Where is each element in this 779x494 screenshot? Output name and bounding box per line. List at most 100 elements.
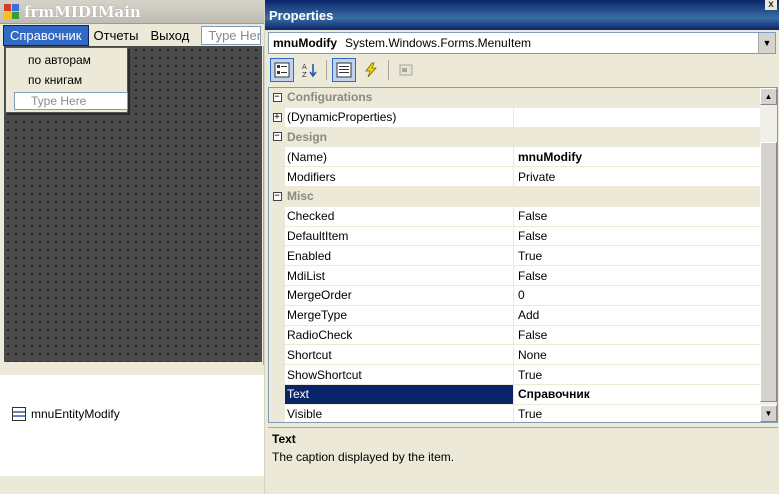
menu-typehere-field[interactable]: Type Here	[201, 25, 262, 45]
property-value[interactable]: True	[514, 405, 760, 422]
property-value[interactable]	[514, 108, 760, 127]
property-name: Text	[285, 384, 514, 404]
property-value[interactable]: False	[514, 266, 760, 285]
row-margin	[269, 325, 285, 345]
description-title: Text	[272, 432, 296, 446]
property-value[interactable]: mnuModify	[514, 147, 760, 166]
property-pages-icon[interactable]	[394, 58, 418, 82]
alphabetical-sort-icon[interactable]: AZ	[297, 58, 321, 82]
property-name: Modifiers	[285, 167, 514, 186]
property-row[interactable]: + (DynamicProperties)	[269, 107, 760, 128]
collapse-icon[interactable]: −	[272, 132, 282, 142]
row-margin	[269, 384, 285, 404]
properties-window: Properties x mnuModify System.Windows.Fo…	[264, 0, 779, 494]
property-row[interactable]: Shortcut None	[269, 345, 760, 366]
scroll-down-icon[interactable]: ▼	[760, 405, 777, 422]
property-name: MergeOrder	[285, 285, 514, 305]
property-value[interactable]: False	[514, 207, 760, 226]
row-margin: −	[269, 186, 285, 206]
property-value[interactable]: False	[514, 227, 760, 246]
properties-toolbar: AZ	[268, 56, 776, 84]
property-row[interactable]: Checked False	[269, 206, 760, 227]
property-name: Checked	[285, 206, 514, 226]
property-value[interactable]: 0	[514, 286, 760, 305]
object-name: mnuModify	[273, 36, 337, 50]
property-value[interactable]: None	[514, 345, 760, 364]
property-value[interactable]: True	[514, 365, 760, 384]
object-selector[interactable]: mnuModify System.Windows.Forms.MenuItem …	[268, 32, 776, 54]
row-margin	[269, 404, 285, 422]
property-category[interactable]: − Configurations	[269, 88, 760, 108]
row-margin	[269, 206, 285, 226]
form-designer: frmMIDIMain Справочник Отчеты Выход Type…	[0, 0, 264, 365]
property-category[interactable]: − Design	[269, 127, 760, 148]
form-menubar: Справочник Отчеты Выход Type Here	[0, 24, 264, 46]
property-value[interactable]: Private	[514, 167, 760, 186]
tray-item-mnuentitymodify[interactable]: mnuEntityModify	[12, 407, 120, 421]
dropdown-item-po-avtoram[interactable]: по авторам	[10, 50, 123, 70]
scroll-up-icon[interactable]: ▲	[760, 88, 777, 105]
dropdown-item-po-knigam[interactable]: по книгам	[10, 70, 123, 90]
property-row[interactable]: MergeOrder 0	[269, 285, 760, 306]
property-row[interactable]: ShowShortcut True	[269, 365, 760, 385]
menu-item-vyhod[interactable]: Выход	[144, 26, 195, 45]
collapse-icon[interactable]: −	[272, 92, 282, 102]
property-value[interactable]: Add	[514, 306, 760, 325]
dropdown-typehere-field[interactable]: Type Here	[14, 92, 128, 110]
property-name: Shortcut	[285, 345, 514, 365]
property-grid-scrollbar[interactable]: ▲ ▼	[760, 88, 777, 422]
property-row[interactable]: MergeType Add	[269, 305, 760, 326]
toolbar-separator	[388, 60, 389, 80]
property-row[interactable]: Visible True	[269, 404, 760, 422]
property-row[interactable]: DefaultItem False	[269, 226, 760, 247]
property-value[interactable]: Справочник	[514, 385, 760, 404]
description-text: The caption displayed by the item.	[272, 450, 455, 464]
property-name: Visible	[285, 404, 514, 422]
app-icon	[4, 3, 20, 20]
property-name: (Name)	[285, 147, 514, 167]
property-row[interactable]: Modifiers Private	[269, 167, 760, 187]
property-value[interactable]: True	[514, 246, 760, 265]
menu-item-spravochnik[interactable]: Справочник	[3, 24, 89, 46]
property-grid-rows: − Configurations + (DynamicProperties) − Desi…	[269, 88, 760, 422]
property-name: (DynamicProperties)	[285, 107, 514, 127]
property-category[interactable]: − Misc	[269, 186, 760, 207]
toolbar-separator	[326, 60, 327, 80]
property-name: MergeType	[285, 305, 514, 325]
row-margin	[269, 167, 285, 186]
menu-item-otchety[interactable]: Отчеты	[88, 26, 145, 45]
property-row[interactable]: MdiList False	[269, 266, 760, 286]
menu-component-icon	[12, 407, 26, 421]
properties-titlebar: Properties x	[265, 0, 779, 30]
svg-text:Z: Z	[302, 71, 307, 78]
property-name: ShowShortcut	[285, 365, 514, 384]
property-value[interactable]: False	[514, 326, 760, 345]
events-lightning-icon[interactable]	[359, 58, 383, 82]
row-margin	[269, 266, 285, 285]
row-margin	[269, 226, 285, 246]
menu-dropdown: по авторам по книгам Type Here	[5, 47, 128, 113]
component-tray: mnuEntityModify	[0, 372, 264, 476]
property-name: Enabled	[285, 246, 514, 266]
property-row[interactable]: Text Справочник	[269, 384, 760, 405]
close-icon[interactable]: x	[765, 0, 777, 10]
description-pane: Text The caption displayed by the item.	[268, 427, 778, 491]
form-titlebar: frmMIDIMain	[0, 0, 264, 24]
property-grid: − Configurations + (DynamicProperties) − Desi…	[268, 87, 778, 423]
properties-view-icon[interactable]	[332, 58, 356, 82]
row-margin	[269, 365, 285, 384]
row-margin	[269, 345, 285, 365]
scroll-thumb[interactable]	[760, 142, 777, 402]
categorized-icon[interactable]	[270, 58, 294, 82]
row-margin	[269, 285, 285, 305]
row-margin: −	[269, 88, 285, 107]
property-name: MdiList	[285, 266, 514, 285]
tray-item-label: mnuEntityModify	[31, 407, 120, 421]
collapse-icon[interactable]: −	[272, 191, 282, 201]
category-label: Configurations	[287, 90, 373, 105]
chevron-down-icon[interactable]: ▼	[758, 33, 775, 53]
property-row[interactable]: (Name) mnuModify	[269, 147, 760, 168]
expand-icon[interactable]: +	[272, 112, 282, 122]
property-row[interactable]: RadioCheck False	[269, 325, 760, 346]
property-row[interactable]: Enabled True	[269, 246, 760, 267]
